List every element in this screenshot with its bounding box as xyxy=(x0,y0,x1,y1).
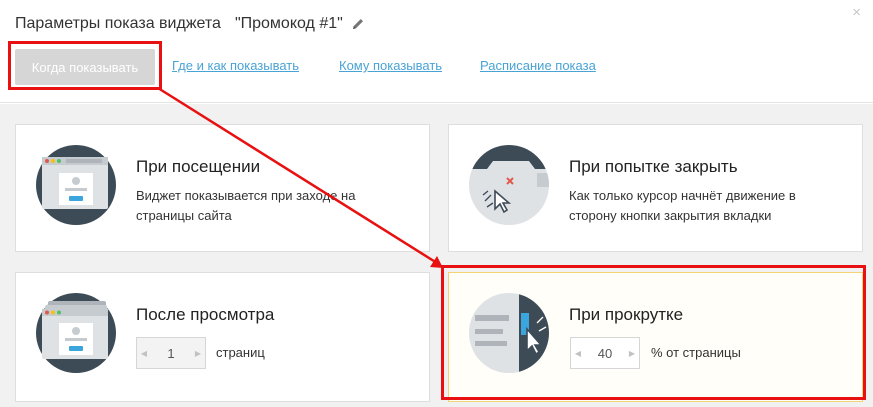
close-icon[interactable]: × xyxy=(852,5,861,20)
decrement-arrow-icon[interactable]: ◀ xyxy=(571,349,585,358)
browser-window-icon xyxy=(36,145,116,225)
option-description-exit-intent: Как только курсор начнёт движение в стор… xyxy=(569,188,796,223)
tab-whom-to-show[interactable]: Кому показывать xyxy=(339,58,442,73)
pencil-icon[interactable] xyxy=(351,17,365,31)
decrement-arrow-icon[interactable]: ◀ xyxy=(137,349,151,358)
option-card-visit[interactable]: При посещении Виджет показывается при за… xyxy=(15,124,430,252)
option-title-page-views: После просмотра xyxy=(136,305,275,324)
option-card-exit-intent[interactable]: При попытке закрыть Как только курсор на… xyxy=(448,124,863,252)
dialog-header: Параметры показа виджета "Промокод #1" ×… xyxy=(0,0,873,103)
increment-arrow-icon[interactable]: ▶ xyxy=(191,349,205,358)
widget-name: "Промокод #1" xyxy=(234,15,343,32)
option-title-scroll: При прокрутке xyxy=(569,305,684,324)
option-title-visit: При посещении xyxy=(136,157,261,176)
dialog-title: Параметры показа виджета xyxy=(15,15,221,32)
page-count-suffix: страниц xyxy=(216,345,265,360)
increment-arrow-icon[interactable]: ▶ xyxy=(625,349,639,358)
stacked-pages-icon xyxy=(36,293,116,373)
option-description-visit: Виджет показывается при заходе на страни… xyxy=(136,188,356,223)
option-card-page-views[interactable]: После просмотра ◀ 1 ▶ страниц xyxy=(15,272,430,402)
scroll-percent-stepper[interactable]: ◀ 40 ▶ xyxy=(570,337,640,369)
tab-schedule[interactable]: Расписание показа xyxy=(480,58,596,73)
tab-when-to-show[interactable]: Когда показывать xyxy=(15,49,155,85)
tab-where-and-how[interactable]: Где и как показывать xyxy=(172,58,299,73)
option-card-scroll[interactable]: При прокрутке ◀ 40 ▶ % от страницы xyxy=(448,272,863,402)
option-title-exit-intent: При попытке закрыть xyxy=(569,157,738,176)
scroll-percent-value[interactable]: 40 xyxy=(585,346,625,361)
trigger-options-area: При посещении Виджет показывается при за… xyxy=(0,104,873,407)
scroll-percent-suffix: % от страницы xyxy=(651,345,741,360)
dialog-title-row: Параметры показа виджета "Промокод #1" xyxy=(15,13,365,35)
scroll-cursor-icon xyxy=(469,293,549,373)
close-tab-cursor-icon xyxy=(469,145,549,225)
page-count-stepper[interactable]: ◀ 1 ▶ xyxy=(136,337,206,369)
page-count-value[interactable]: 1 xyxy=(151,346,191,361)
